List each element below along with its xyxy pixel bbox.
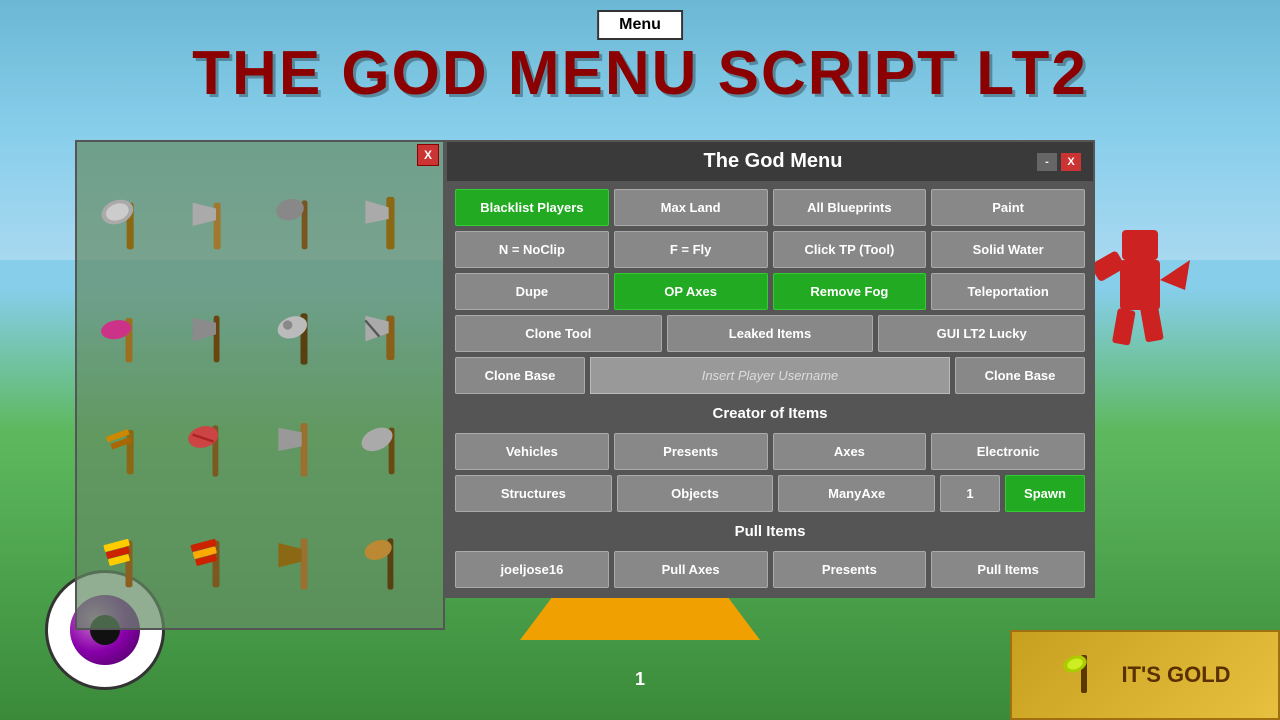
axe-3 [262,172,346,281]
pull-presents-button[interactable]: Presents [773,551,927,588]
axe-7 [262,285,346,394]
pull-items-row: joeljose16 Pull Axes Presents Pull Items [455,551,1085,588]
clone-base-left-button[interactable]: Clone Base [455,357,585,394]
joeljose-button[interactable]: joeljose16 [455,551,609,588]
page-title: THE GOD MENU SCRIPT LT2 [0,38,1280,109]
axe-15 [262,510,346,619]
electronic-button[interactable]: Electronic [931,433,1085,470]
panel-title: The God Menu [509,150,1037,173]
teleportation-button[interactable]: Teleportation [931,273,1085,310]
red-character [1080,200,1200,400]
fly-button[interactable]: F = Fly [614,231,768,268]
axe-14 [175,510,259,619]
axes-button[interactable]: Axes [773,433,927,470]
button-row-2: N = NoClip F = Fly Click TP (Tool) Solid… [455,231,1085,268]
paint-button[interactable]: Paint [931,189,1085,226]
left-panel: X [75,140,445,630]
axe-4 [350,172,434,281]
pull-axes-button[interactable]: Pull Axes [614,551,768,588]
max-land-button[interactable]: Max Land [614,189,768,226]
pull-items-header: Pull Items [455,517,1085,546]
solid-water-button[interactable]: Solid Water [931,231,1085,268]
all-blueprints-button[interactable]: All Blueprints [773,189,927,226]
username-input[interactable]: Insert Player Username [590,357,950,394]
pull-items-button[interactable]: Pull Items [931,551,1085,588]
close-button[interactable]: X [1061,153,1081,171]
menu-top-button[interactable]: Menu [597,10,683,40]
creator-section-header: Creator of Items [455,399,1085,428]
left-panel-close[interactable]: X [417,144,439,166]
window-controls: - X [1037,153,1081,171]
gold-axe-icon [1059,650,1109,700]
axe-1 [87,172,171,281]
panel-titlebar: The God Menu - X [447,142,1093,181]
axe-6 [175,285,259,394]
remove-fog-button[interactable]: Remove Fog [773,273,927,310]
axe-16 [350,510,434,619]
gui-lt2-button[interactable]: GUI LT2 Lucky [878,315,1085,352]
gold-item: IT'S GOLD [1010,630,1280,720]
creator-row-1: Vehicles Presents Axes Electronic [455,433,1085,470]
button-row-3: Dupe OP Axes Remove Fog Teleportation [455,273,1085,310]
axes-grid [77,142,443,628]
axe-12 [350,397,434,506]
axe-8 [350,285,434,394]
spawn-button[interactable]: Spawn [1005,475,1085,512]
blacklist-players-button[interactable]: Blacklist Players [455,189,609,226]
clone-base-right-button[interactable]: Clone Base [955,357,1085,394]
axe-2 [175,172,259,281]
axe-5 [87,285,171,394]
leaked-items-button[interactable]: Leaked Items [667,315,874,352]
dupe-button[interactable]: Dupe [455,273,609,310]
axe-13 [87,510,171,619]
click-tp-button[interactable]: Click TP (Tool) [773,231,927,268]
axe-10 [175,397,259,506]
clone-tool-button[interactable]: Clone Tool [455,315,662,352]
main-panel: The God Menu - X Blacklist Players Max L… [445,140,1095,598]
objects-button[interactable]: Objects [617,475,774,512]
button-row-1: Blacklist Players Max Land All Blueprint… [455,189,1085,226]
manyaxe-button[interactable]: ManyAxe [778,475,935,512]
gold-text: IT'S GOLD [1121,662,1230,688]
noclip-button[interactable]: N = NoClip [455,231,609,268]
op-axes-button[interactable]: OP Axes [614,273,768,310]
axe-9 [87,397,171,506]
counter-badge: 1 [635,669,645,690]
structures-button[interactable]: Structures [455,475,612,512]
axe-11 [262,397,346,506]
count-field[interactable]: 1 [940,475,1000,512]
panel-body: Blacklist Players Max Land All Blueprint… [447,181,1093,596]
presents-button[interactable]: Presents [614,433,768,470]
minimize-button[interactable]: - [1037,153,1057,171]
clone-base-row: Clone Base Insert Player Username Clone … [455,357,1085,394]
button-row-4: Clone Tool Leaked Items GUI LT2 Lucky [455,315,1085,352]
vehicles-button[interactable]: Vehicles [455,433,609,470]
spawn-row: Structures Objects ManyAxe 1 Spawn [455,475,1085,512]
